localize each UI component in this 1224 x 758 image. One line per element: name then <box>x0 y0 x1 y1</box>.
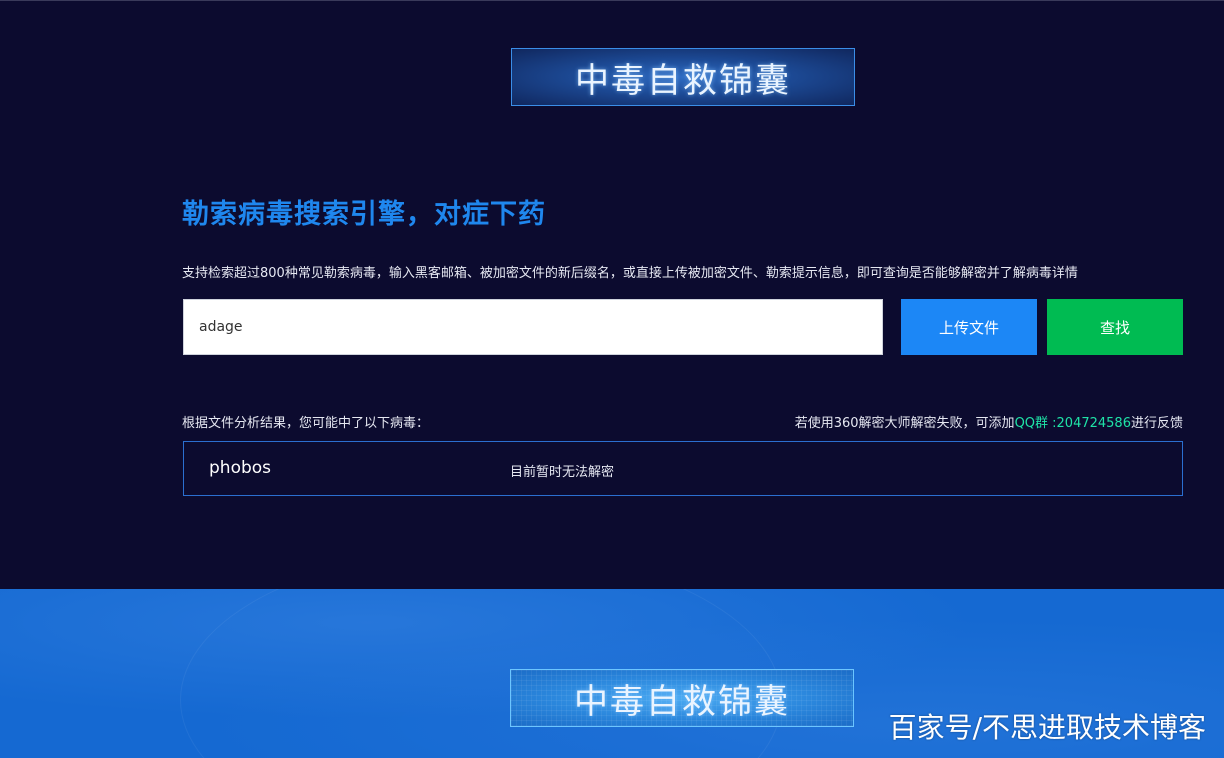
feedback-prefix: 若使用360解密大师解密失败，可添加 <box>794 416 1015 431</box>
search-input[interactable] <box>183 299 883 355</box>
result-label: 根据文件分析结果，您可能中了以下病毒： <box>182 416 430 431</box>
search-description: 支持检索超过800种常见勒索病毒，输入黑客邮箱、被加密文件的新后缀名，或直接上传… <box>182 266 1078 281</box>
virus-status: 目前暂时无法解密 <box>510 465 615 480</box>
virus-name[interactable]: phobos <box>209 458 271 478</box>
result-row: phobos 目前暂时无法解密 <box>183 441 1183 496</box>
qq-group-link[interactable]: QQ群 :204724586 <box>1015 416 1131 431</box>
watermark: 百家号/不思进取技术博客 <box>888 711 1206 744</box>
feedback-note: 若使用360解密大师解密失败，可添加QQ群 :204724586进行反馈 <box>795 412 1183 431</box>
bottom-banner: 中毒自救锦囊 <box>510 669 854 727</box>
top-banner-title: 中毒自救锦囊 <box>575 60 791 101</box>
bottom-banner-title: 中毒自救锦囊 <box>574 681 790 722</box>
top-section: 中毒自救锦囊 勒索病毒搜索引擎，对症下药 支持检索超过800种常见勒索病毒，输入… <box>0 0 1224 589</box>
upload-file-button[interactable]: 上传文件 <box>901 299 1037 355</box>
feedback-suffix: 进行反馈 <box>1130 416 1183 431</box>
top-banner: 中毒自救锦囊 <box>511 48 855 106</box>
search-headline: 勒索病毒搜索引擎，对症下药 <box>182 199 546 230</box>
find-button[interactable]: 查找 <box>1047 299 1183 355</box>
